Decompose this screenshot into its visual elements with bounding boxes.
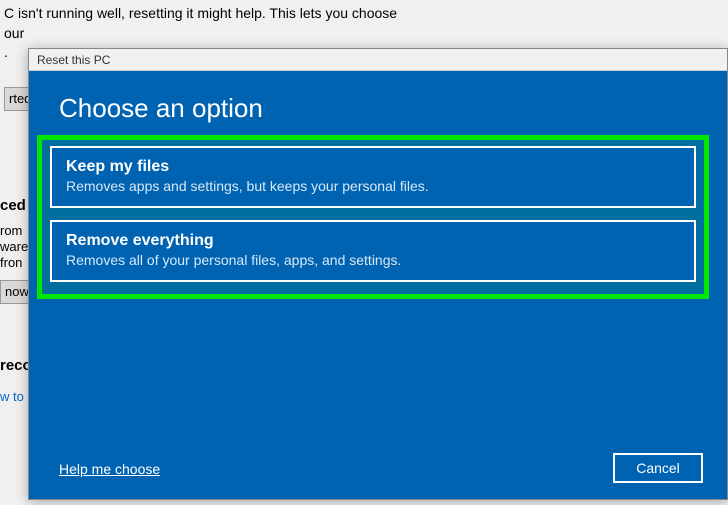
help-me-choose-link[interactable]: Help me choose [59, 461, 160, 477]
dialog-titlebar: Reset this PC [29, 49, 727, 71]
dialog-title: Reset this PC [37, 53, 110, 67]
option-remove-everything[interactable]: Remove everything Removes all of your pe… [50, 220, 696, 282]
bg-link-partial[interactable]: w to [0, 388, 24, 406]
option-title: Remove everything [66, 232, 680, 250]
bg-heading-partial-reco: reco [0, 355, 32, 376]
option-desc: Removes all of your personal files, apps… [66, 252, 680, 268]
bg-text-line2: our [4, 24, 724, 44]
option-desc: Removes apps and settings, but keeps you… [66, 178, 680, 194]
dialog-heading: Choose an option [29, 71, 727, 124]
dialog-body: Choose an option Keep my files Removes a… [29, 71, 727, 499]
annotation-highlight: Keep my files Removes apps and settings,… [37, 135, 709, 299]
bg-heading-partial-ced: ced [0, 195, 26, 216]
bg-text-fron: fron [0, 254, 30, 272]
option-keep-my-files[interactable]: Keep my files Removes apps and settings,… [50, 146, 696, 208]
bg-text-line1: C isn't running well, resetting it might… [4, 4, 724, 24]
cancel-button[interactable]: Cancel [613, 453, 703, 483]
option-title: Keep my files [66, 158, 680, 176]
reset-pc-dialog: Reset this PC Choose an option Keep my f… [28, 48, 728, 500]
